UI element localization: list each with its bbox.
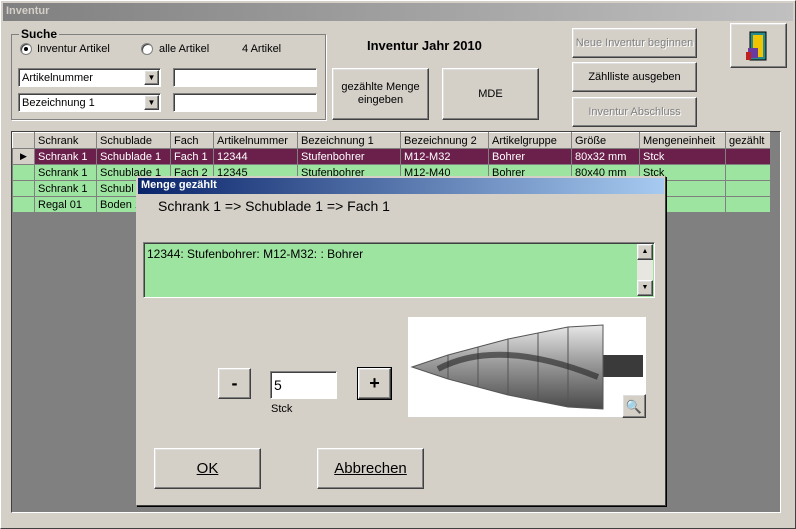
- column-header[interactable]: Mengeneinheit: [639, 132, 726, 149]
- column-header[interactable]: gezählt: [725, 132, 771, 149]
- article-count: 4 Artikel: [242, 43, 282, 55]
- column-header[interactable]: Bezeichnung 1: [297, 132, 401, 149]
- article-description-memo[interactable]: 12344: Stufenbohrer: M12-M32: : Bohrer ▲…: [143, 242, 655, 298]
- table-cell[interactable]: [725, 148, 771, 165]
- memo-scrollbar[interactable]: ▲ ▼: [637, 244, 653, 296]
- column-header[interactable]: Fach: [170, 132, 214, 149]
- cancel-button[interactable]: Abbrechen: [317, 448, 424, 489]
- quantity-input[interactable]: 5: [270, 371, 337, 399]
- column-header[interactable]: Schublade: [96, 132, 171, 149]
- table-cell[interactable]: [725, 196, 771, 213]
- enter-counted-quantity-button[interactable]: gezählte Menge eingeben: [332, 68, 429, 120]
- table-cell[interactable]: M12-M32: [400, 148, 489, 165]
- table-cell[interactable]: Schrank 1: [34, 164, 97, 181]
- new-inventory-button[interactable]: Neue Inventur beginnen: [572, 28, 697, 58]
- table-cell[interactable]: [725, 180, 771, 197]
- search-field-combo-2[interactable]: Bezeichnung 1 ▼: [18, 93, 161, 112]
- table-row[interactable]: ▶ Schrank 1 Schublade 1 Fach 1 12344 Stu…: [12, 148, 771, 165]
- column-header[interactable]: Artikelgruppe: [488, 132, 572, 149]
- combo-2-value: Bezeichnung 1: [22, 97, 95, 109]
- door-exit-icon: [745, 31, 766, 60]
- increment-button[interactable]: +: [357, 367, 392, 400]
- radio-inventur-artikel-label: Inventur Artikel: [37, 43, 110, 55]
- ok-button[interactable]: OK: [154, 448, 261, 489]
- location-path: Schrank 1 => Schublade 1 => Fach 1: [158, 198, 390, 214]
- memo-text: 12344: Stufenbohrer: M12-M32: : Bohrer: [147, 247, 364, 261]
- product-image: [408, 317, 646, 417]
- magnifier-icon[interactable]: 🔍: [622, 394, 646, 418]
- table-cell[interactable]: Fach 1: [170, 148, 214, 165]
- column-header[interactable]: Größe: [571, 132, 640, 149]
- mde-button[interactable]: MDE: [442, 68, 539, 120]
- search-input-1[interactable]: [173, 68, 317, 87]
- table-cell[interactable]: Stufenbohrer: [297, 148, 401, 165]
- table-cell[interactable]: 80x32 mm: [571, 148, 640, 165]
- ok-button-label: OK: [196, 460, 219, 477]
- combo-1-value: Artikelnummer: [22, 72, 93, 84]
- column-header[interactable]: Artikelnummer: [213, 132, 298, 149]
- main-window: Inventur Suche Inventur Artikel alle Art…: [0, 0, 796, 529]
- scroll-up-icon[interactable]: ▲: [637, 244, 653, 260]
- unit-label: Stck: [271, 403, 293, 415]
- search-group: Suche Inventur Artikel alle Artikel 4 Ar…: [11, 27, 326, 120]
- step-drill-bit-image: [410, 324, 643, 410]
- row-indicator: [12, 180, 35, 197]
- decrement-button[interactable]: -: [218, 368, 251, 399]
- table-cell[interactable]: Bohrer: [488, 148, 572, 165]
- table-cell[interactable]: Regal 01: [34, 196, 97, 213]
- search-field-combo-1[interactable]: Artikelnummer ▼: [18, 68, 161, 87]
- table-cell[interactable]: 12344: [213, 148, 298, 165]
- scroll-down-icon[interactable]: ▼: [637, 280, 653, 296]
- column-header[interactable]: Bezeichnung 2: [400, 132, 489, 149]
- radio-inventur-artikel[interactable]: [20, 43, 32, 55]
- radio-alle-artikel-label: alle Artikel: [159, 43, 210, 55]
- chevron-down-icon[interactable]: ▼: [144, 95, 159, 110]
- table-cell[interactable]: Stck: [639, 148, 726, 165]
- chevron-down-icon[interactable]: ▼: [144, 70, 159, 85]
- row-indicator: [12, 196, 35, 213]
- column-header[interactable]: Schrank: [34, 132, 97, 149]
- cancel-button-label: Abbrechen: [334, 460, 407, 477]
- search-input-2[interactable]: [173, 93, 317, 112]
- window-title: Inventur: [3, 3, 793, 21]
- table-cell[interactable]: Schrank 1: [34, 148, 97, 165]
- quantity-dialog: Menge gezählt Schrank 1 => Schublade 1 =…: [136, 176, 666, 506]
- table-cell[interactable]: Schrank 1: [34, 180, 97, 197]
- search-group-label: Suche: [19, 27, 60, 41]
- print-count-list-button[interactable]: Zählliste ausgeben: [572, 62, 697, 92]
- inventory-close-button[interactable]: Inventur Abschluss: [572, 97, 697, 127]
- radio-alle-artikel[interactable]: [141, 43, 153, 55]
- page-title: Inventur Jahr 2010: [367, 38, 482, 53]
- exit-button[interactable]: [730, 23, 787, 68]
- row-pointer-icon: ▶: [12, 148, 35, 165]
- row-indicator-header: [12, 132, 35, 149]
- row-indicator: [12, 164, 35, 181]
- dialog-title: Menge gezählt: [138, 178, 664, 194]
- table-header: Schrank Schublade Fach Artikelnummer Bez…: [12, 132, 771, 149]
- table-cell[interactable]: Schublade 1: [96, 148, 171, 165]
- table-cell[interactable]: [725, 164, 771, 181]
